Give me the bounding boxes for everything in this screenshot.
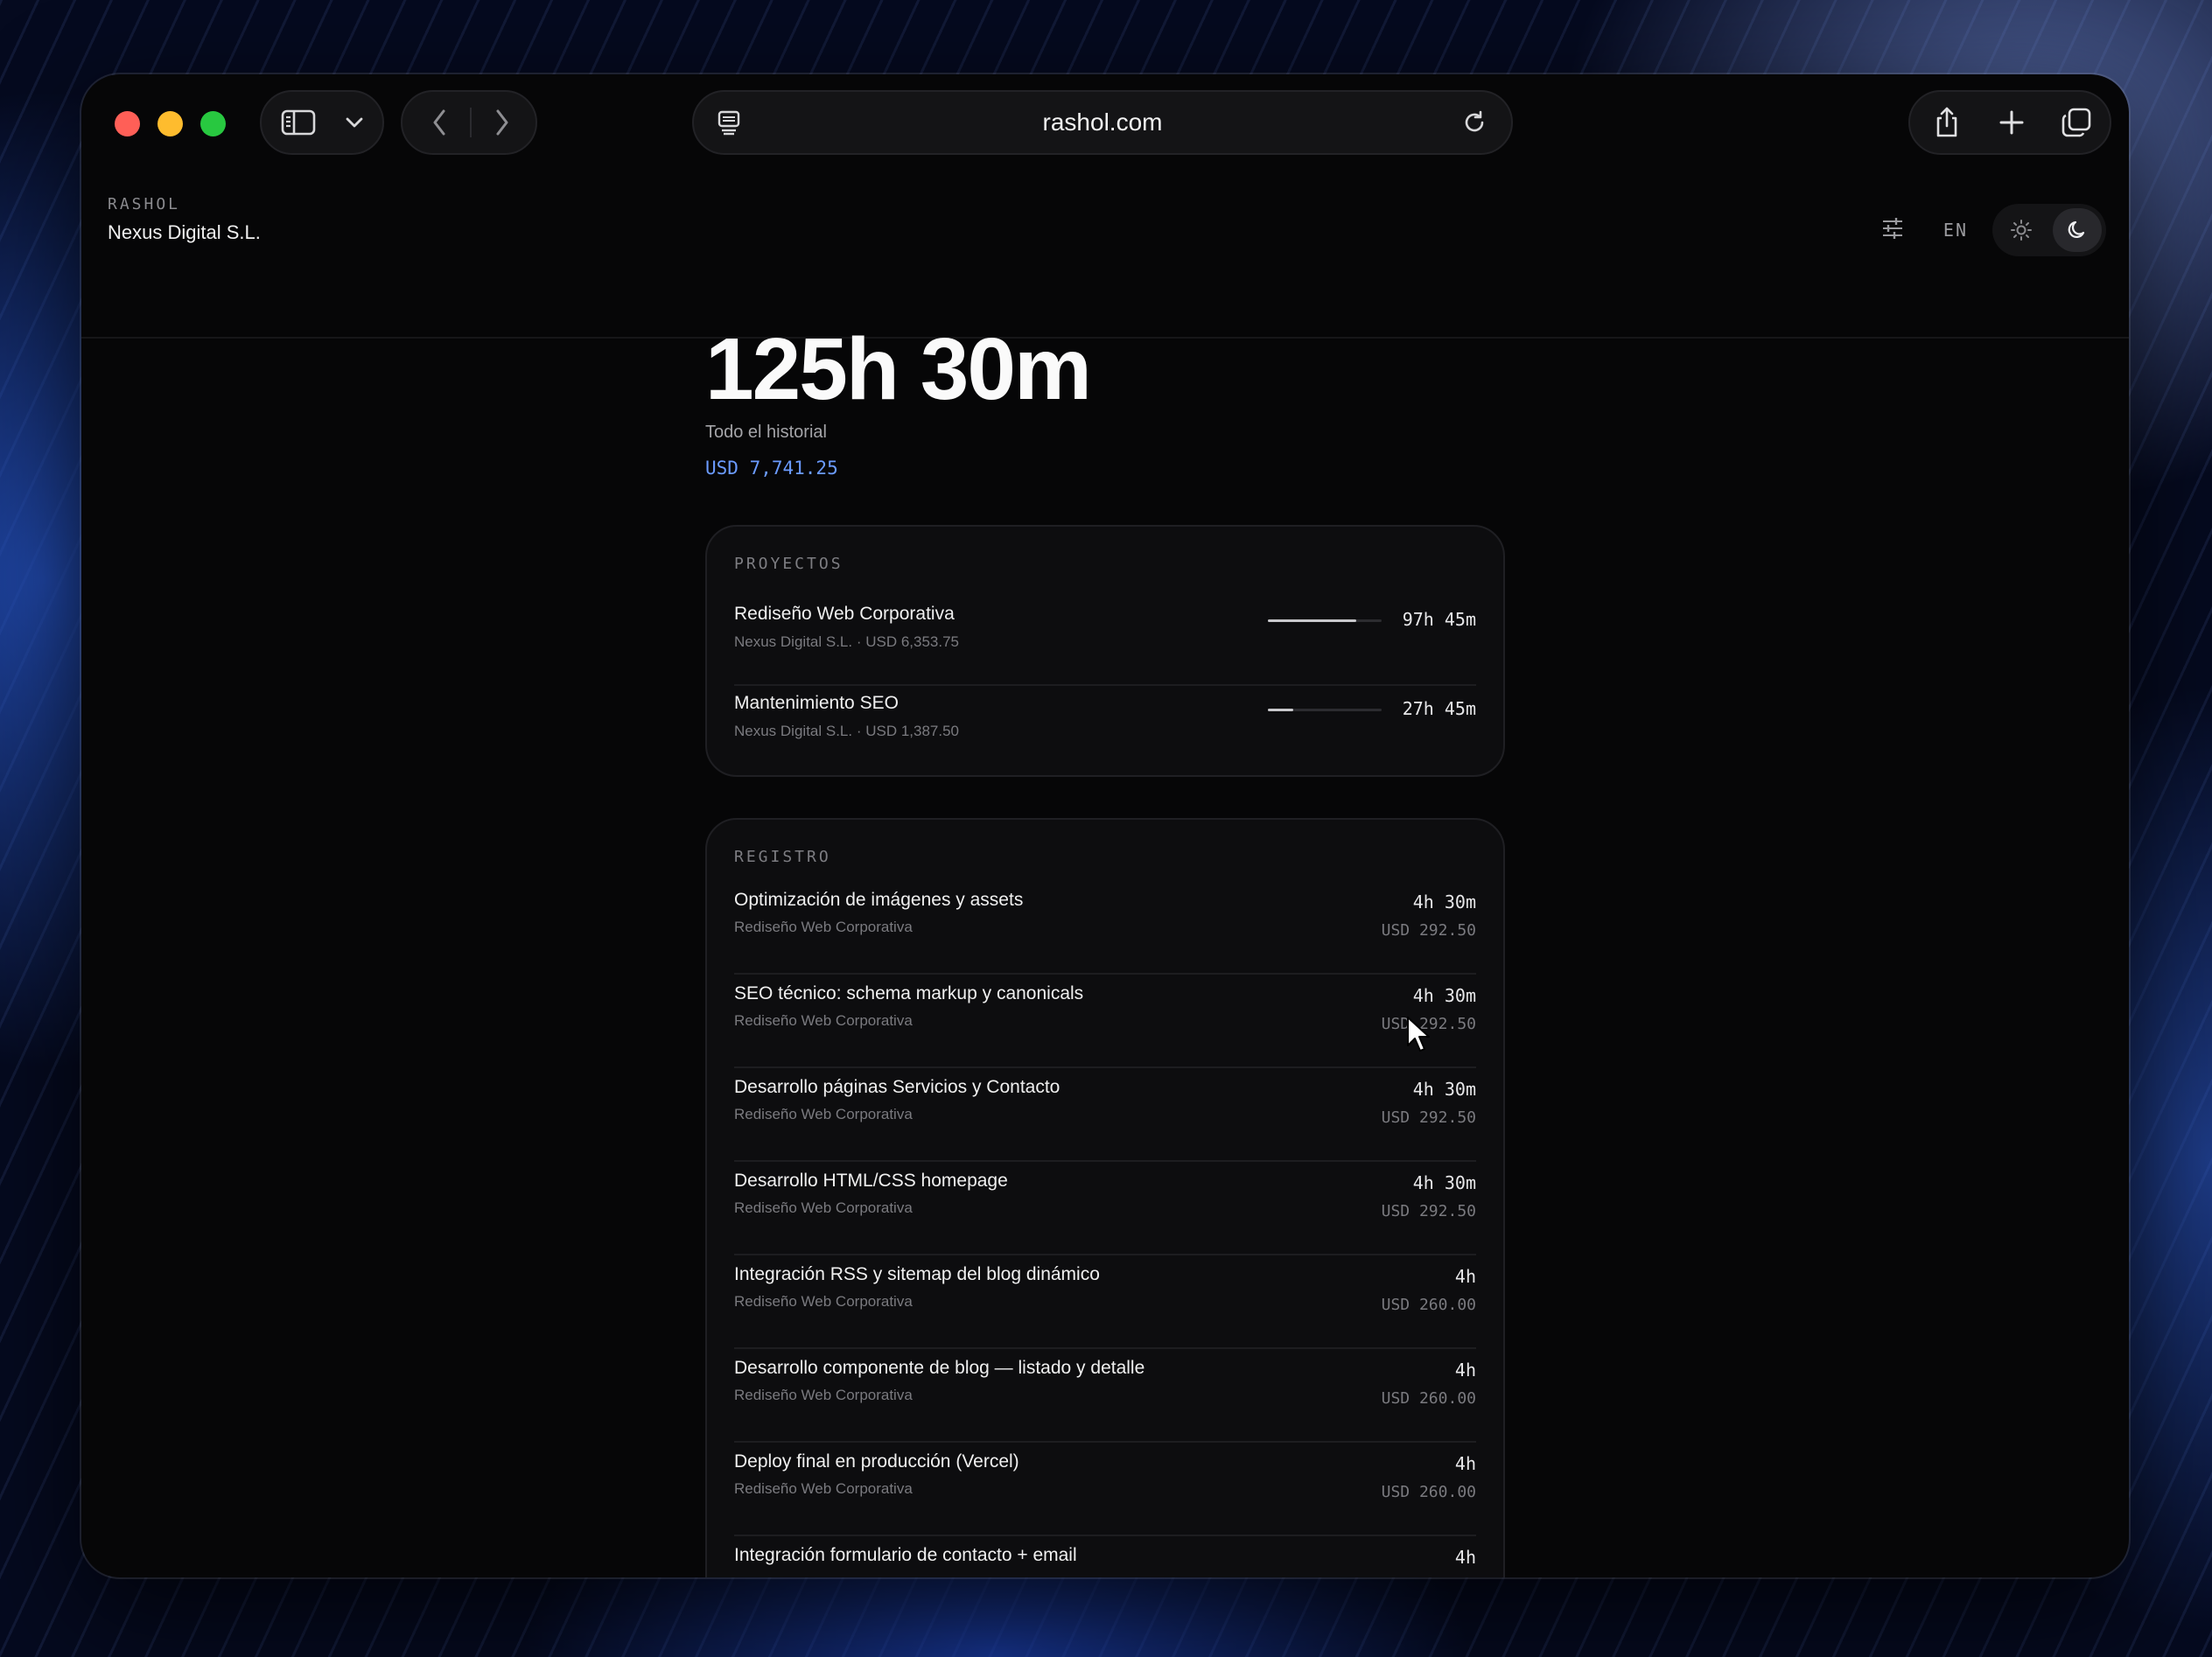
tabs-icon[interactable] xyxy=(2050,92,2103,153)
log-project: Rediseño Web Corporativa xyxy=(734,1012,913,1029)
log-entry[interactable]: Desarrollo componente de blog — listado … xyxy=(734,1349,1476,1443)
log-time: 4h xyxy=(1454,1266,1476,1287)
log-entry[interactable]: Integración formulario de contacto + ema… xyxy=(734,1536,1476,1577)
share-icon[interactable] xyxy=(1921,92,1973,153)
brand-logo-text[interactable]: RASHOL xyxy=(108,195,180,213)
page-header: RASHOL Nexus Digital S.L. EN xyxy=(81,171,2129,339)
log-amount: USD 260.00 xyxy=(1381,1296,1476,1314)
log-time: 4h 30m xyxy=(1412,1079,1476,1100)
header-controls: EN xyxy=(1880,204,2106,256)
log-project: Rediseño Web Corporativa xyxy=(734,1106,913,1122)
log-amount: USD 292.50 xyxy=(1381,1202,1476,1220)
log-amount: USD 260.00 xyxy=(1381,1389,1476,1408)
total-hours: 125h 30m xyxy=(705,320,1092,418)
log-time: 4h 30m xyxy=(1412,1172,1476,1193)
plus-icon[interactable] xyxy=(1985,92,2038,153)
log-time: 4h xyxy=(1454,1547,1476,1568)
maximize-window-button[interactable] xyxy=(200,111,226,136)
filter-icon[interactable] xyxy=(1880,216,1905,245)
period-label: Todo el historial xyxy=(705,423,827,442)
language-switch[interactable]: EN xyxy=(1943,220,1968,241)
log-time: 4h xyxy=(1454,1453,1476,1474)
navigation-group xyxy=(401,90,537,155)
project-meta: Nexus Digital S.L. · USD 1,387.50 xyxy=(734,723,960,739)
chevron-down-icon[interactable] xyxy=(335,92,374,153)
log-time: 4h 30m xyxy=(1412,891,1476,912)
browser-actions-group xyxy=(1908,90,2111,155)
client-name: Nexus Digital S.L. xyxy=(108,221,261,243)
address-bar[interactable]: rashol.com xyxy=(692,90,1513,155)
log-list: Optimización de imágenes y assets Redise… xyxy=(734,881,1476,1577)
nav-divider xyxy=(470,108,472,137)
log-time: 4h xyxy=(1454,1360,1476,1381)
project-time: 97h 45m xyxy=(1402,609,1476,630)
log-time: 4h 30m xyxy=(1412,985,1476,1006)
log-project: Rediseño Web Corporativa xyxy=(734,1293,913,1310)
log-entry[interactable]: Desarrollo HTML/CSS homepage Rediseño We… xyxy=(734,1162,1476,1255)
log-task: Optimización de imágenes y assets xyxy=(734,890,1024,910)
mouse-cursor-icon xyxy=(1406,1016,1431,1057)
log-task: SEO técnico: schema markup y canonicals xyxy=(734,983,1084,1003)
total-amount: USD 7,741.25 xyxy=(705,458,838,479)
forward-icon[interactable] xyxy=(478,92,527,153)
log-amount: USD 292.50 xyxy=(1381,921,1476,940)
project-progress-bar xyxy=(1268,709,1382,711)
project-row[interactable]: Mantenimiento SEO Nexus Digital S.L. · U… xyxy=(734,686,1476,773)
log-entry[interactable]: Optimización de imágenes y assets Redise… xyxy=(734,881,1476,975)
log-entry[interactable]: SEO técnico: schema markup y canonicals … xyxy=(734,975,1476,1068)
log-task: Desarrollo HTML/CSS homepage xyxy=(734,1171,1008,1191)
log-amount: USD 292.50 xyxy=(1381,1108,1476,1127)
log-task: Desarrollo páginas Servicios y Contacto xyxy=(734,1077,1060,1097)
log-entry[interactable]: Desarrollo páginas Servicios y Contacto … xyxy=(734,1068,1476,1162)
log-entry[interactable]: Deploy final en producción (Vercel) Redi… xyxy=(734,1443,1476,1536)
project-progress-fill xyxy=(1268,709,1293,711)
log-task: Integración RSS y sitemap del blog dinám… xyxy=(734,1264,1100,1284)
minimize-window-button[interactable] xyxy=(158,111,183,136)
sidebar-icon[interactable] xyxy=(274,92,323,153)
log-task: Desarrollo componente de blog — listado … xyxy=(734,1358,1145,1378)
project-name: Mantenimiento SEO xyxy=(734,693,899,713)
project-time: 27h 45m xyxy=(1402,698,1476,719)
log-amount: USD 260.00 xyxy=(1381,1483,1476,1501)
log-card: REGISTRO Optimización de imágenes y asse… xyxy=(705,818,1505,1577)
log-task: Deploy final en producción (Vercel) xyxy=(734,1451,1019,1472)
url-text[interactable]: rashol.com xyxy=(694,92,1511,153)
log-entry[interactable]: Integración RSS y sitemap del blog dinám… xyxy=(734,1255,1476,1349)
log-project: Rediseño Web Corporativa xyxy=(734,1199,913,1216)
project-meta: Nexus Digital S.L. · USD 6,353.75 xyxy=(734,633,960,650)
browser-toolbar: rashol.com xyxy=(81,74,2129,171)
log-project: Rediseño Web Corporativa xyxy=(734,1480,913,1497)
project-name: Rediseño Web Corporativa xyxy=(734,604,955,624)
projects-card: PROYECTOS Rediseño Web Corporativa Nexus… xyxy=(705,525,1505,777)
close-window-button[interactable] xyxy=(115,111,140,136)
projects-title: PROYECTOS xyxy=(734,555,844,573)
moon-icon[interactable] xyxy=(2053,208,2102,252)
log-task: Integración formulario de contacto + ema… xyxy=(734,1545,1077,1565)
sidebar-toggle-group xyxy=(260,90,384,155)
reload-icon[interactable] xyxy=(1450,92,1499,153)
log-project: Rediseño Web Corporativa xyxy=(734,1387,913,1403)
sun-icon[interactable] xyxy=(1997,208,2046,252)
browser-window: rashol.com RASHOL Nexus Digital S.L. EN xyxy=(81,74,2129,1577)
log-title: REGISTRO xyxy=(734,848,831,866)
back-icon[interactable] xyxy=(415,92,464,153)
project-row[interactable]: Rediseño Web Corporativa Nexus Digital S… xyxy=(734,597,1476,686)
project-progress-bar xyxy=(1268,619,1382,622)
log-project: Rediseño Web Corporativa xyxy=(734,919,913,935)
theme-toggle[interactable] xyxy=(1992,204,2106,256)
project-progress-fill xyxy=(1268,619,1357,622)
